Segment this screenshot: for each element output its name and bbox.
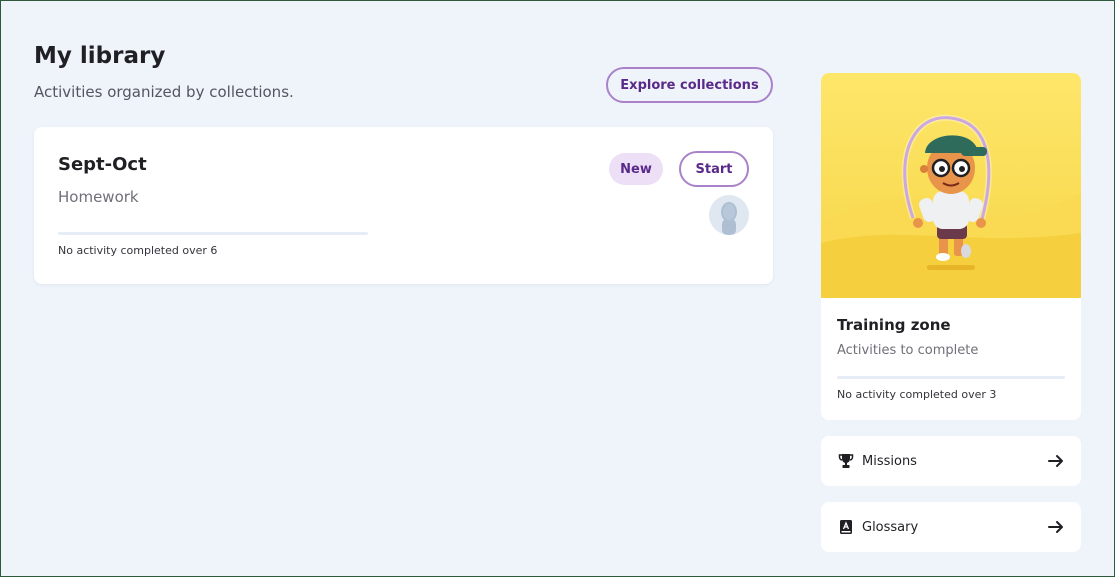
missions-label: Missions [862,453,917,469]
start-button[interactable]: Start [679,151,749,187]
training-status: No activity completed over 3 [837,388,997,401]
training-illustration [821,73,1081,298]
training-zone-card[interactable]: Training zone Activities to complete No … [821,73,1081,420]
glossary-link[interactable]: Glossary [821,502,1081,552]
glossary-label: Glossary [862,519,919,535]
collection-status: No activity completed over 6 [58,244,218,257]
arrow-right-icon [1047,452,1065,470]
book-icon [837,518,855,536]
training-subtitle: Activities to complete [837,343,979,358]
collection-card[interactable]: Sept-Oct Homework No activity completed … [34,127,773,284]
page-subtitle: Activities organized by collections. [34,83,294,101]
collection-progress-bar [58,232,368,235]
trophy-icon [837,452,855,470]
collection-category: Homework [58,188,139,206]
arrow-right-icon [1047,518,1065,536]
missions-link[interactable]: Missions [821,436,1081,486]
training-progress-bar [837,376,1065,379]
training-title: Training zone [837,316,951,334]
page-title: My library [34,43,166,69]
avatar [709,195,749,235]
explore-collections-button[interactable]: Explore collections [606,67,773,103]
collection-title: Sept-Oct [58,154,147,175]
new-badge: New [609,153,663,185]
